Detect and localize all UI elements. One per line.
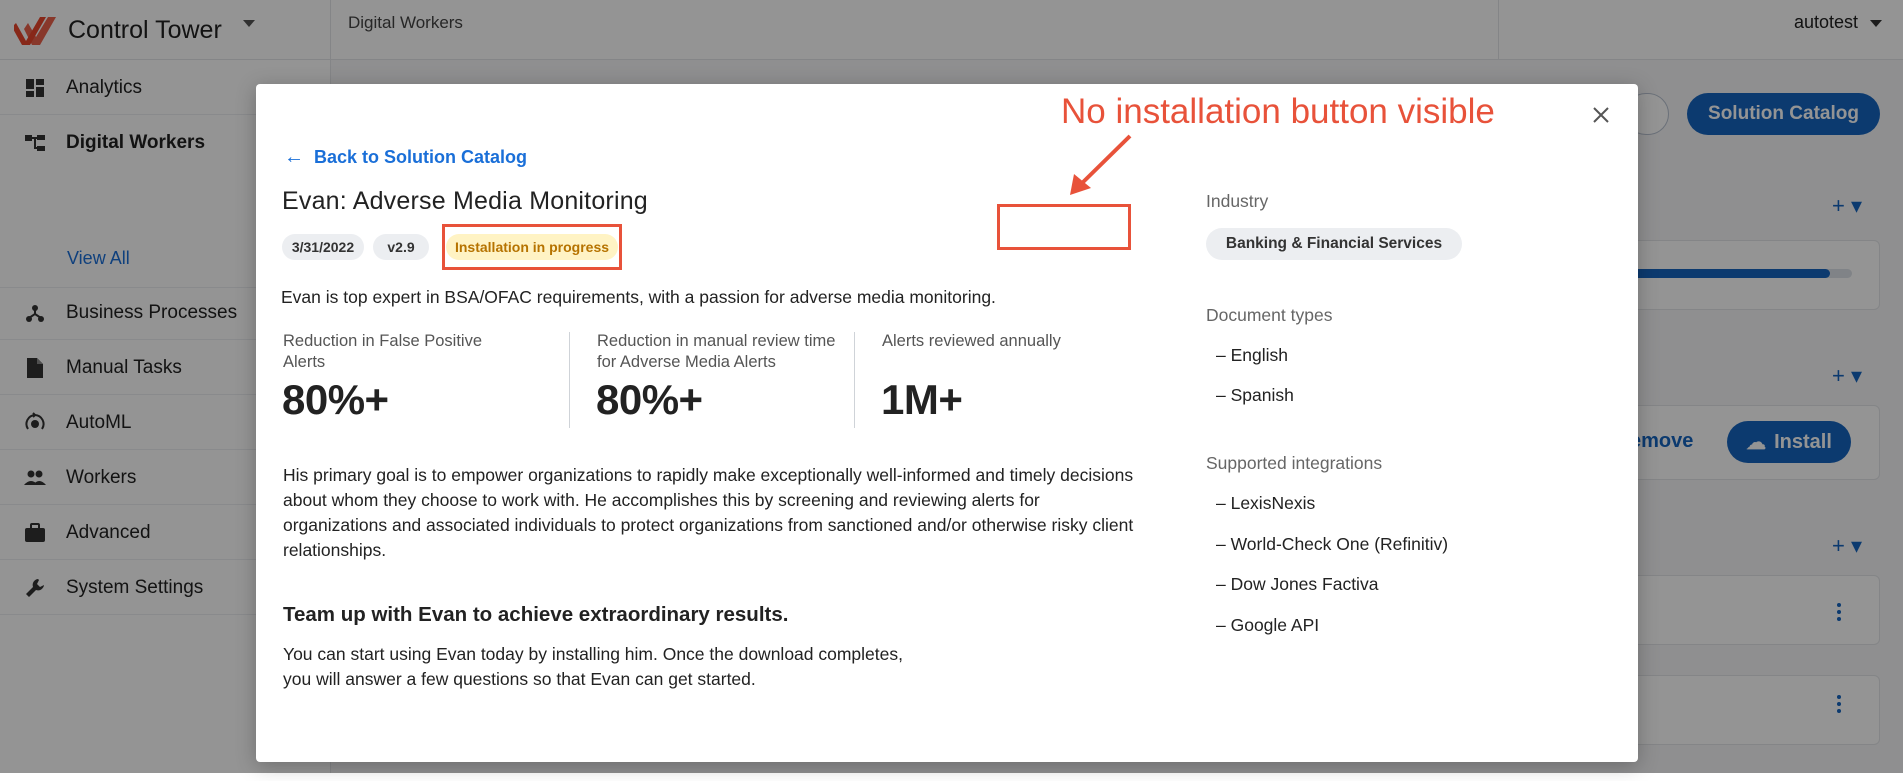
solution-detail-modal: ← Back to Solution Catalog Evan: Adverse… (256, 84, 1638, 762)
version-badge: v2.9 (373, 234, 429, 260)
divider (854, 332, 855, 428)
integration-item: – LexisNexis (1216, 493, 1316, 513)
arrow-left-icon: ← (284, 146, 304, 168)
industry-chip: Banking & Financial Services (1206, 228, 1462, 260)
document-type-item: – English (1216, 345, 1288, 365)
highlight-status-box (442, 224, 622, 270)
close-icon (1593, 107, 1609, 123)
stat-label: Alerts reviewed annually (882, 332, 1061, 350)
stat-label: Reduction in manual review time for Adve… (597, 332, 836, 371)
back-to-catalog-link[interactable]: ← Back to Solution Catalog (284, 146, 527, 169)
stat-label: Reduction in False Positive Alerts (283, 332, 483, 371)
document-type-item: – Spanish (1216, 385, 1294, 405)
back-link-label: Back to Solution Catalog (314, 147, 528, 167)
industry-heading: Industry (1206, 191, 1269, 211)
stat-value: 80%+ (282, 376, 389, 423)
install-instructions-text: You can start using Evan today by instal… (283, 644, 903, 689)
integration-item: – Google API (1216, 615, 1320, 635)
date-badge: 3/31/2022 (282, 234, 364, 260)
missing-install-button-box (997, 204, 1131, 250)
description-text: His primary goal is to empower organizat… (283, 465, 1134, 560)
stat-value: 80%+ (596, 376, 703, 423)
divider (569, 332, 570, 428)
intro-text: Evan is top expert in BSA/OFAC requireme… (281, 287, 996, 307)
stat-value: 1M+ (881, 376, 963, 423)
integration-item: – World-Check One (Refinitiv) (1216, 534, 1449, 554)
document-types-heading: Document types (1206, 305, 1333, 325)
page-bottom-edge (0, 773, 1903, 781)
page-title: Evan: Adverse Media Monitoring (282, 187, 648, 215)
close-button[interactable] (1586, 100, 1616, 130)
annotation-arrow-icon (1070, 134, 1132, 195)
integration-item: – Dow Jones Factiva (1216, 574, 1379, 594)
section-heading: Team up with Evan to achieve extraordina… (283, 603, 789, 626)
integrations-heading: Supported integrations (1206, 453, 1383, 473)
annotation-text: No installation button visible (1061, 92, 1495, 131)
